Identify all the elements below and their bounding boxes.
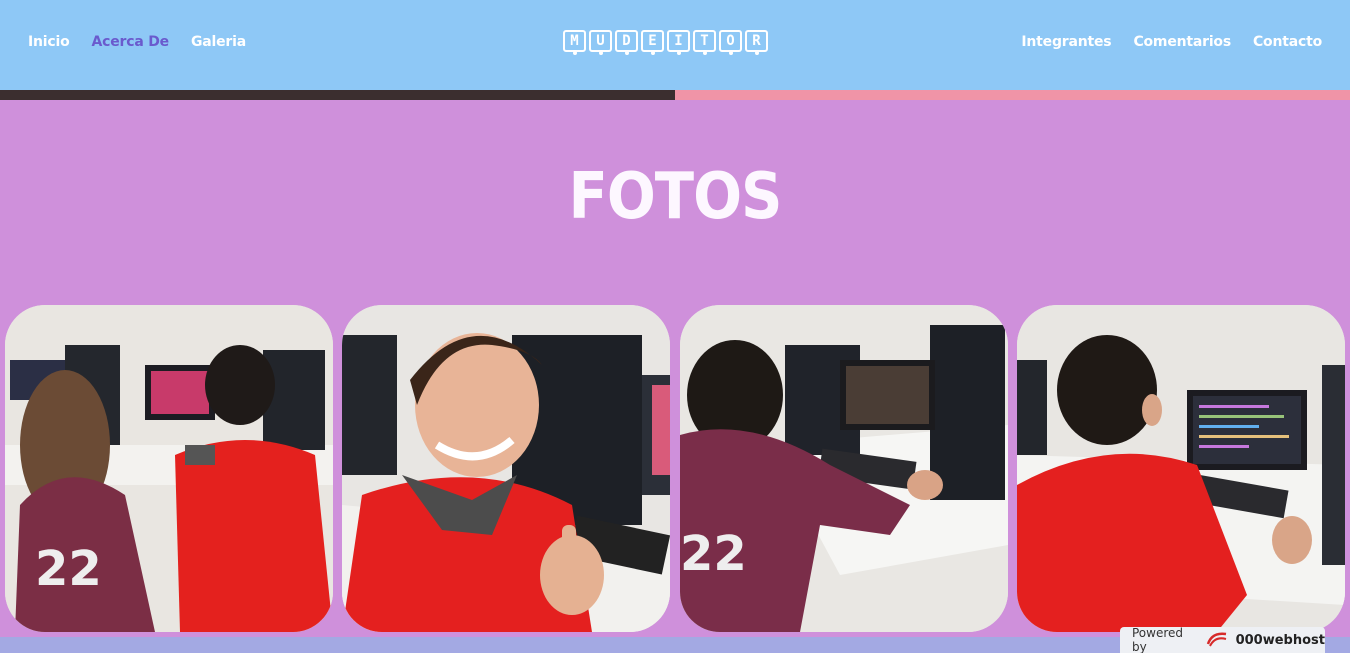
photo-student-typing: 22 (680, 305, 1008, 632)
logo-letter: E (641, 30, 664, 55)
photo-two-students: 22 (5, 305, 333, 632)
nav-link-comentarios[interactable]: Comentarios (1133, 34, 1231, 50)
nav-right: Integrantes Comentarios Contacto (1021, 34, 1322, 50)
nav-left: Inicio Acerca De Galeria (28, 34, 246, 50)
gallery-section: FOTOS 22 22 (0, 100, 1350, 637)
nav-link-acerca-de[interactable]: Acerca De (92, 34, 170, 50)
photo-student-coding (1017, 305, 1345, 632)
previous-section-image-strip (0, 90, 675, 100)
logo-letter: R (745, 30, 768, 55)
nav-link-galeria[interactable]: Galeria (191, 34, 246, 50)
nav-link-inicio[interactable]: Inicio (28, 34, 70, 50)
logo-letter: D (615, 30, 638, 55)
logo-letter: M (563, 30, 586, 55)
gallery-photo-4[interactable] (1017, 305, 1345, 632)
logo-letter: O (719, 30, 742, 55)
previous-section-accent-strip (675, 90, 1350, 100)
nav-link-contacto[interactable]: Contacto (1253, 34, 1322, 50)
nav-link-integrantes[interactable]: Integrantes (1021, 34, 1111, 50)
photo-smiling-student (342, 305, 670, 632)
powered-by-label: Powered by (1132, 626, 1184, 653)
logo-letter: U (589, 30, 612, 55)
site-logo[interactable]: M U D E I T O R (563, 30, 768, 56)
logo-letter: T (693, 30, 716, 55)
logo-letter: I (667, 30, 690, 55)
webhost-brand: 000webhost (1235, 632, 1325, 648)
svg-text:22: 22 (680, 526, 747, 582)
top-navbar: Inicio Acerca De Galeria M U D E I T O R… (0, 0, 1350, 90)
webhost-logo-icon (1206, 630, 1228, 651)
gallery-photo-1[interactable]: 22 (5, 305, 333, 632)
hosting-badge[interactable]: Powered by 000webhost (1120, 626, 1325, 653)
svg-text:22: 22 (35, 541, 102, 597)
gallery-photo-3[interactable]: 22 (680, 305, 1008, 632)
gallery-title: FOTOS (568, 160, 783, 234)
gallery-photo-2[interactable] (342, 305, 670, 632)
